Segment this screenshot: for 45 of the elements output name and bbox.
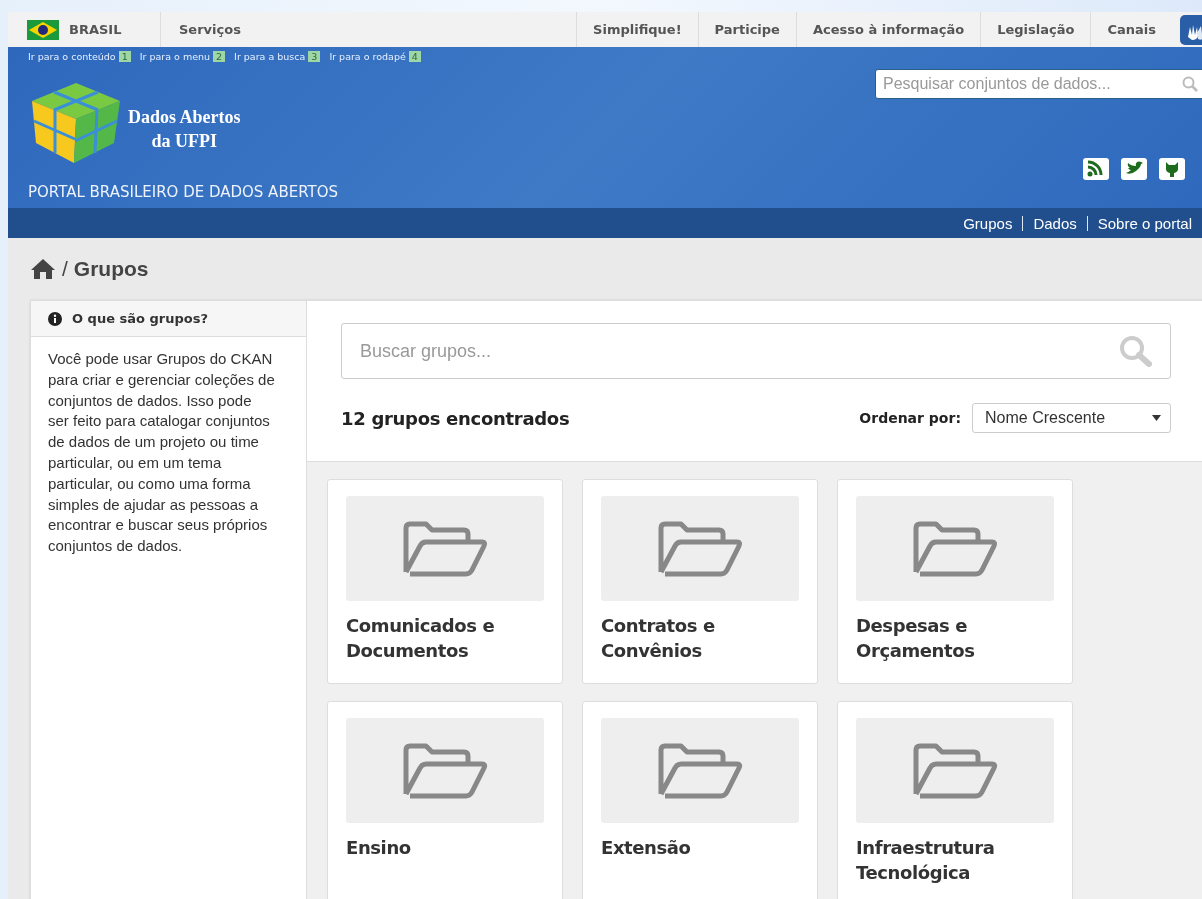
flag-icon [27, 19, 59, 40]
folder-icon [657, 519, 743, 578]
breadcrumb-current[interactable]: Grupos [73, 257, 149, 281]
group-card[interactable]: Infraestrutura Tecnológica [837, 701, 1073, 899]
group-card[interactable]: Contratos e Convênios [582, 479, 818, 684]
group-name: Infraestrutura Tecnológica [856, 836, 996, 885]
group-name: Despesas e Orçamentos [856, 614, 976, 663]
logo-title: Dados Abertos [128, 106, 241, 129]
sidebar-title: O que são grupos? [72, 311, 208, 326]
group-search-field[interactable]: Buscar grupos... [341, 323, 1171, 379]
group-card[interactable]: Despesas e Orçamentos [837, 479, 1073, 684]
group-card[interactable]: Comunicados e Documentos [327, 479, 563, 684]
sort-dropdown[interactable]: Nome Crescente [972, 403, 1171, 433]
folder-icon [912, 519, 998, 578]
rss-icon[interactable] [1083, 158, 1109, 180]
skip-link[interactable]: Ir para o conteúdo 1 [28, 51, 131, 65]
folder-icon [402, 741, 488, 800]
group-name: Comunicados e Documentos [346, 614, 496, 663]
portal-title: PORTAL BRASILEIRO DE DADOS ABERTOS [28, 183, 339, 201]
group-card[interactable]: Extensão [582, 701, 818, 899]
skip-link[interactable]: Ir para o rodapé 4 [329, 51, 421, 65]
skip-link[interactable]: Ir para a busca 3 [234, 51, 321, 65]
country-link[interactable]: BRASIL [69, 22, 122, 37]
group-name: Contratos e Convênios [601, 614, 716, 663]
info-icon [48, 311, 62, 326]
sort-label: Ordenar por: [859, 410, 961, 426]
home-icon[interactable] [30, 258, 56, 280]
sidebar-text: Você pode usar Grupos do CKAN para criar e gerenciar coleções de conjuntos de dados. Isso pode ser feito para catalogar conjuntos de dados de um projeto ou time particular, ou em um tema particular, ou como uma forma simples de ajudar as pessoas a encontrar e buscar seus próprios conjuntos de dados. [47, 349, 276, 557]
bird-icon[interactable] [1121, 158, 1147, 180]
result-count: 12 grupos encontrados [341, 407, 571, 429]
nav-link[interactable]: Sobre o portal [1087, 214, 1202, 232]
skip-link[interactable]: Ir para o menu 2 [139, 51, 226, 65]
folder-icon [657, 741, 743, 800]
breadcrumb-separator: / [62, 257, 68, 281]
group-card[interactable]: Ensino [327, 701, 563, 899]
services-link[interactable]: Serviços [161, 12, 257, 47]
nav-link[interactable]: Dados [1023, 214, 1087, 232]
folder-icon [912, 741, 998, 800]
group-name: Ensino [346, 836, 412, 860]
nav-link[interactable]: Grupos [953, 214, 1023, 232]
dataset-search-field[interactable]: Pesquisar conjuntos de dados... [875, 69, 1202, 99]
logo-subtitle: da UFPI [151, 130, 217, 153]
folder-icon [402, 519, 488, 578]
group-name: Extensão [601, 836, 692, 860]
caret-icon [1152, 415, 1161, 421]
